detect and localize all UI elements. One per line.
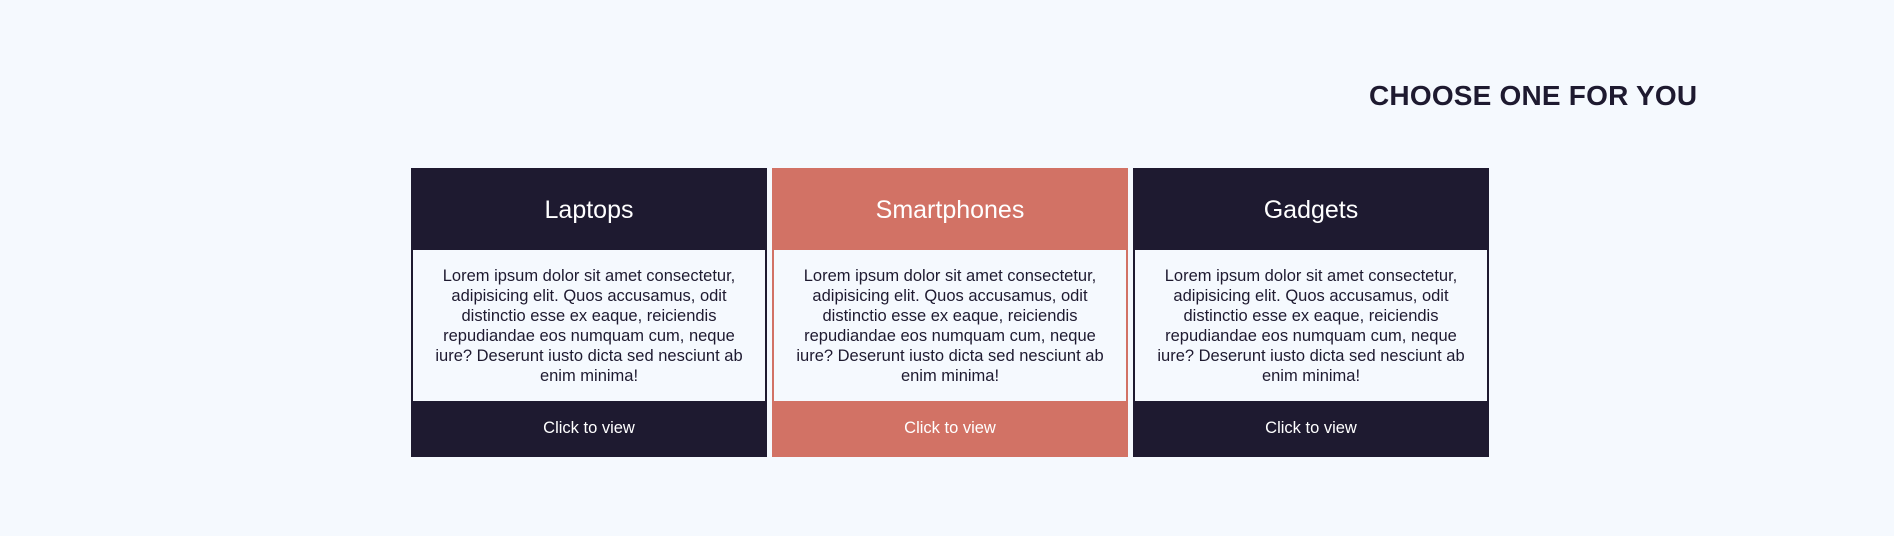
card-laptops: Laptops Lorem ipsum dolor sit amet conse… xyxy=(411,168,767,457)
card-title: Smartphones xyxy=(774,170,1126,250)
card-description: Lorem ipsum dolor sit amet consectetur, … xyxy=(413,250,765,401)
card-smartphones: Smartphones Lorem ipsum dolor sit amet c… xyxy=(772,168,1128,457)
section-title: CHOOSE ONE FOR YOU xyxy=(1369,80,1698,111)
cards-container: Laptops Lorem ipsum dolor sit amet conse… xyxy=(411,168,1489,457)
card-description: Lorem ipsum dolor sit amet consectetur, … xyxy=(774,250,1126,401)
click-to-view-button[interactable]: Click to view xyxy=(1135,401,1487,455)
card-title: Laptops xyxy=(413,170,765,250)
click-to-view-button[interactable]: Click to view xyxy=(774,401,1126,455)
click-to-view-button[interactable]: Click to view xyxy=(413,401,765,455)
card-gadgets: Gadgets Lorem ipsum dolor sit amet conse… xyxy=(1133,168,1489,457)
card-title: Gadgets xyxy=(1135,170,1487,250)
card-description: Lorem ipsum dolor sit amet consectetur, … xyxy=(1135,250,1487,401)
